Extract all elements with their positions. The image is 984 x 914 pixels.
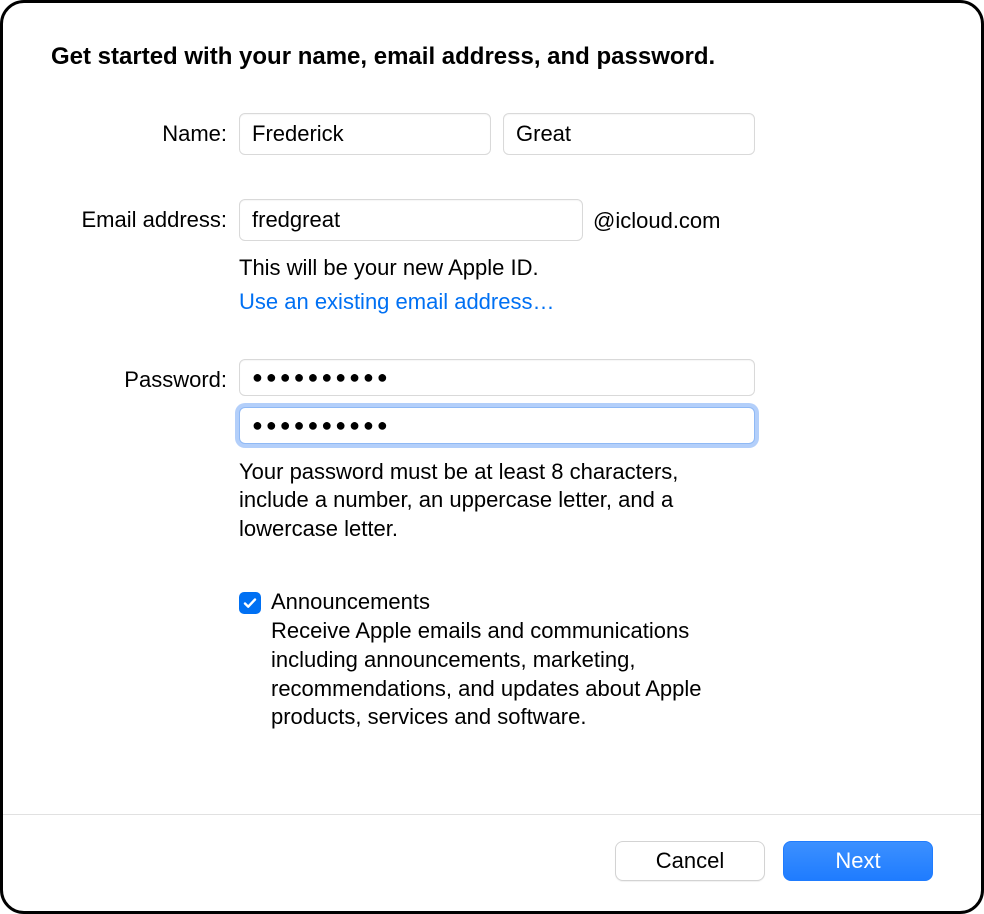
apple-id-note: This will be your new Apple ID. — [239, 253, 933, 283]
email-fields: @icloud.com This will be your new Apple … — [239, 199, 933, 315]
use-existing-email-link[interactable]: Use an existing email address… — [239, 289, 554, 315]
signup-dialog: Get started with your name, email addres… — [0, 0, 984, 914]
email-row: Email address: @icloud.com This will be … — [51, 199, 933, 315]
password-fields: Your password must be at least 8 charact… — [239, 359, 933, 732]
last-name-input[interactable] — [503, 113, 755, 155]
announcements-title: Announcements — [271, 589, 933, 615]
first-name-input[interactable] — [239, 113, 491, 155]
dialog-content: Get started with your name, email addres… — [3, 3, 981, 814]
announcements-description: Receive Apple emails and communications … — [271, 617, 761, 731]
password-input[interactable] — [239, 359, 755, 396]
announcements-row: Announcements Receive Apple emails and c… — [239, 589, 933, 731]
announcements-checkbox[interactable] — [239, 592, 261, 614]
email-label: Email address: — [51, 199, 239, 233]
email-domain-suffix: @icloud.com — [593, 206, 721, 234]
cancel-button[interactable]: Cancel — [615, 841, 765, 881]
announcements-content: Announcements Receive Apple emails and c… — [271, 589, 933, 731]
dialog-heading: Get started with your name, email addres… — [51, 43, 933, 71]
name-label: Name: — [51, 113, 239, 147]
name-fields — [239, 113, 933, 155]
password-hint: Your password must be at least 8 charact… — [239, 458, 749, 544]
checkmark-icon — [242, 595, 258, 611]
password-confirm-input[interactable] — [239, 407, 755, 444]
name-row: Name: — [51, 113, 933, 155]
dialog-footer: Cancel Next — [3, 814, 981, 911]
password-label: Password: — [51, 359, 239, 393]
email-username-input[interactable] — [239, 199, 583, 241]
next-button[interactable]: Next — [783, 841, 933, 881]
password-row: Password: Your password must be at least… — [51, 359, 933, 732]
